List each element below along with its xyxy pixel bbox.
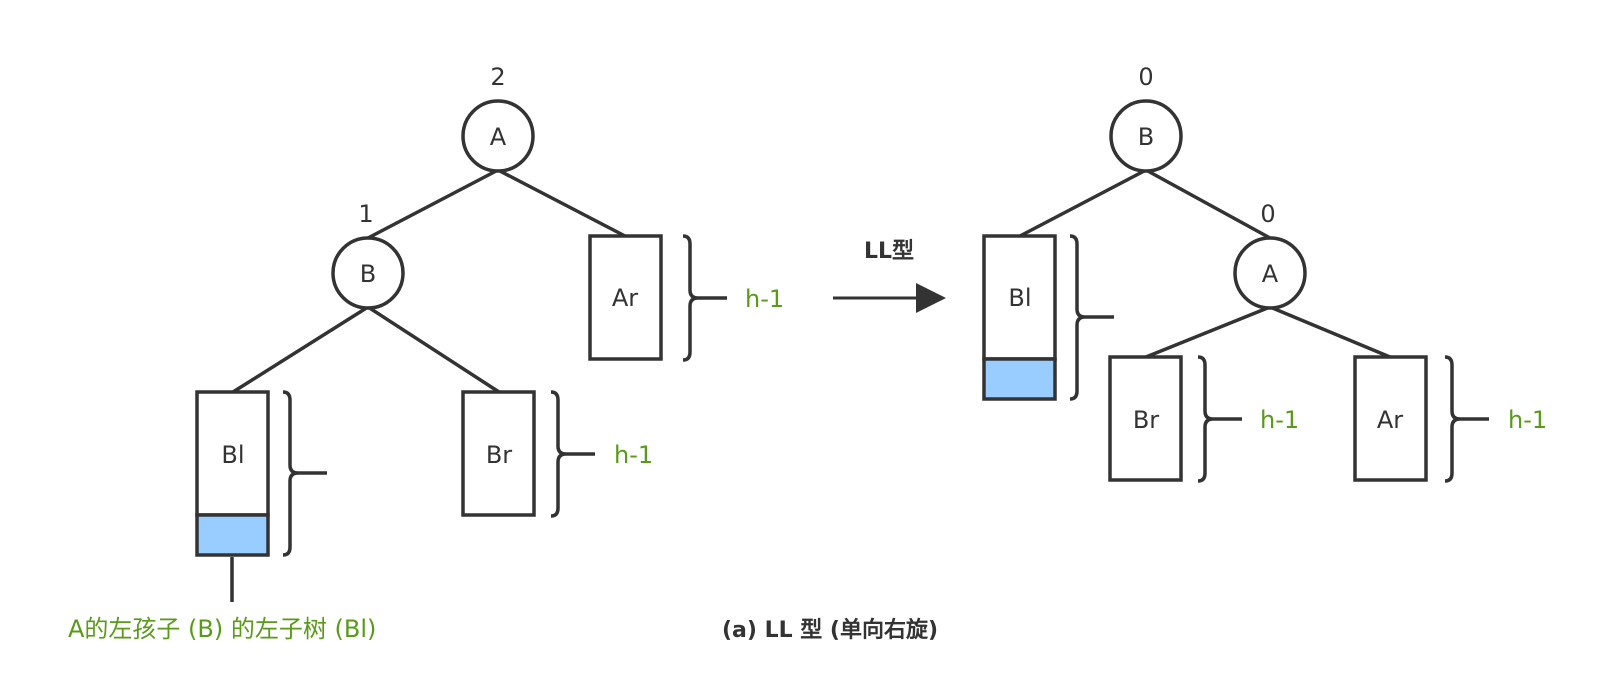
subtree-bl-after-label: Bl [1008, 284, 1031, 312]
edge-b-bl [232, 305, 369, 394]
bl-note: A的左孩子 (B) 的左子树 (Bl) [68, 615, 376, 643]
node-b-label: B [360, 260, 376, 288]
subtree-br-label: Br [486, 441, 512, 469]
subtree-bl-label: Bl [221, 441, 244, 469]
node-b-after-label: B [1138, 123, 1154, 151]
node-a-balance: 2 [490, 63, 505, 91]
before-tree: A 2 B 1 Ar h-1 Bl A的左孩子 (B) 的左子树 (Bl) Br… [68, 63, 784, 643]
diagram-caption: (a) LL 型 (单向右旋) [722, 617, 938, 643]
subtree-ar-label: Ar [612, 284, 638, 312]
node-a-after-label: A [1262, 260, 1279, 288]
arrow-label: LL型 [864, 239, 914, 264]
brace-bl-after [1069, 234, 1114, 401]
brace-bl [282, 390, 327, 557]
brace-br [550, 390, 595, 518]
after-tree: B 0 A 0 Bl Br h-1 Ar h-1 [982, 63, 1547, 483]
node-a-label: A [490, 123, 507, 151]
brace-br-after [1197, 355, 1242, 483]
edge-a-b [367, 168, 499, 240]
subtree-bl-after-extra-level [982, 357, 1057, 401]
brace-ar-after [1444, 355, 1489, 483]
node-b-after-balance: 0 [1138, 63, 1153, 91]
edge-a-br-after [1145, 305, 1271, 359]
subtree-br-after-label: Br [1133, 406, 1159, 434]
brace-ar [682, 234, 727, 362]
ll-rotation-diagram: A 2 B 1 Ar h-1 Bl A的左孩子 (B) 的左子树 (Bl) Br… [68, 63, 1547, 643]
ar-after-height-label: h-1 [1508, 406, 1547, 434]
br-after-height-label: h-1 [1260, 406, 1299, 434]
subtree-ar-after-label: Ar [1377, 406, 1403, 434]
edge-b-bl-after [1019, 168, 1147, 238]
edge-a-ar-after [1269, 305, 1391, 359]
br-height-label: h-1 [614, 441, 653, 469]
edge-b-br [367, 305, 500, 394]
node-a-after-balance: 0 [1260, 200, 1275, 228]
ar-height-label: h-1 [745, 285, 784, 313]
subtree-bl-extra-level [195, 513, 270, 557]
rotation-arrow: LL型 [833, 239, 946, 313]
edge-a-ar [497, 168, 626, 238]
edge-b-a-after [1145, 168, 1271, 240]
node-b-balance: 1 [358, 200, 373, 228]
